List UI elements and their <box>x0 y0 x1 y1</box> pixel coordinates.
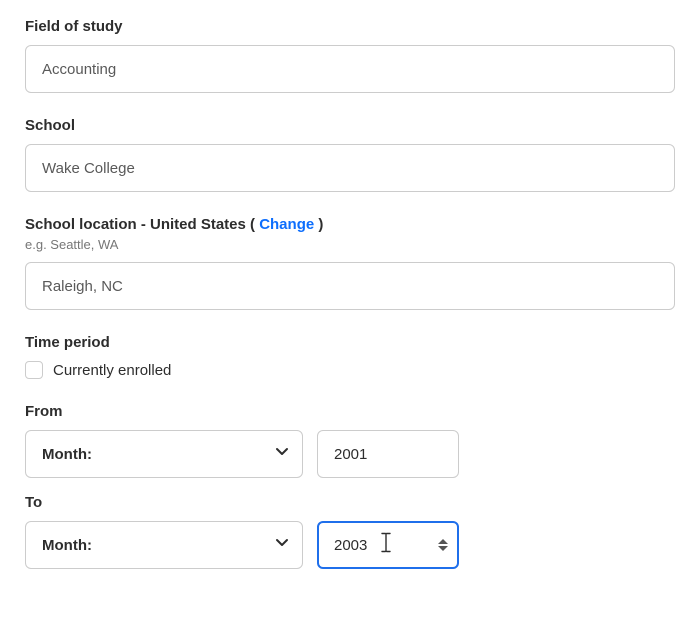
year-stepper <box>435 531 451 559</box>
to-month-select-wrap: Month: <box>25 521 303 569</box>
to-month-select[interactable]: Month: <box>25 521 303 569</box>
school-input[interactable] <box>25 144 675 192</box>
from-month-select-wrap: Month: <box>25 430 303 478</box>
to-row: Month: <box>25 521 675 569</box>
field-of-study-input[interactable] <box>25 45 675 93</box>
location-label: School location - United States ( Change… <box>25 216 675 233</box>
from-label: From <box>25 403 675 420</box>
change-link[interactable]: Change <box>259 216 314 233</box>
location-input[interactable] <box>25 262 675 310</box>
location-hint: e.g. Seattle, WA <box>25 237 675 252</box>
to-label: To <box>25 494 675 511</box>
time-period-label: Time period <box>25 334 675 351</box>
from-year-input[interactable] <box>317 430 459 478</box>
to-year-wrap <box>317 521 459 569</box>
stepper-down-icon[interactable] <box>438 546 448 551</box>
school-label: School <box>25 117 675 134</box>
location-group: School location - United States ( Change… <box>25 216 675 310</box>
from-month-select[interactable]: Month: <box>25 430 303 478</box>
from-year-wrap <box>317 430 459 478</box>
time-period-group: Time period Currently enrolled <box>25 334 675 379</box>
currently-enrolled-label: Currently enrolled <box>53 362 171 379</box>
from-section: From Month: <box>25 403 675 478</box>
school-group: School <box>25 117 675 192</box>
field-of-study-label: Field of study <box>25 18 675 35</box>
to-section: To Month: <box>25 494 675 569</box>
stepper-up-icon[interactable] <box>438 539 448 544</box>
field-of-study-group: Field of study <box>25 18 675 93</box>
currently-enrolled-checkbox[interactable] <box>25 361 43 379</box>
from-row: Month: <box>25 430 675 478</box>
currently-enrolled-row: Currently enrolled <box>25 361 675 379</box>
